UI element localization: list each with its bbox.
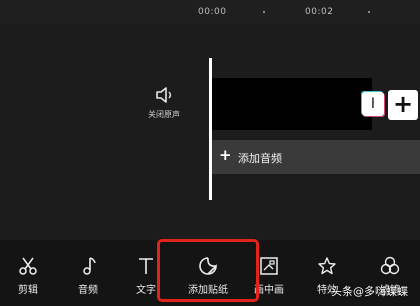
playhead[interactable]	[209, 58, 212, 200]
time-ruler[interactable]: 00:00 00:02	[0, 0, 420, 24]
speaker-mute-icon	[156, 87, 172, 103]
toolbar-item-audio[interactable]: 音频	[60, 240, 116, 306]
time-marker-mid: 00:02	[305, 7, 334, 17]
mute-label: 关闭原声	[148, 110, 180, 119]
highlight-frame	[157, 239, 259, 302]
add-audio-track[interactable]: + 添加音频	[212, 140, 420, 174]
picture-in-picture-icon	[260, 257, 278, 275]
music-note-icon	[83, 257, 96, 275]
add-clip-button[interactable]: +	[388, 90, 418, 120]
toolbar-label: 音频	[78, 285, 98, 296]
plus-icon: +	[219, 146, 232, 164]
filter-icon	[380, 256, 400, 275]
toolbar-item-edit[interactable]: 剪辑	[0, 240, 56, 306]
scissors-icon	[19, 257, 37, 275]
clip-trim-handle[interactable]: I	[362, 92, 384, 116]
ruler-dot	[368, 11, 370, 13]
mute-original-audio-button[interactable]: 关闭原声	[140, 86, 188, 120]
ruler-dot	[263, 11, 265, 13]
text-icon	[139, 258, 153, 274]
watermark: 头条@多嗨蝶蝶	[331, 285, 408, 298]
add-audio-label: 添加音频	[238, 152, 282, 165]
video-clip[interactable]	[212, 78, 372, 130]
effects-star-icon	[318, 257, 336, 275]
toolbar-label: 剪辑	[18, 285, 38, 296]
time-marker-start: 00:00	[198, 7, 227, 17]
